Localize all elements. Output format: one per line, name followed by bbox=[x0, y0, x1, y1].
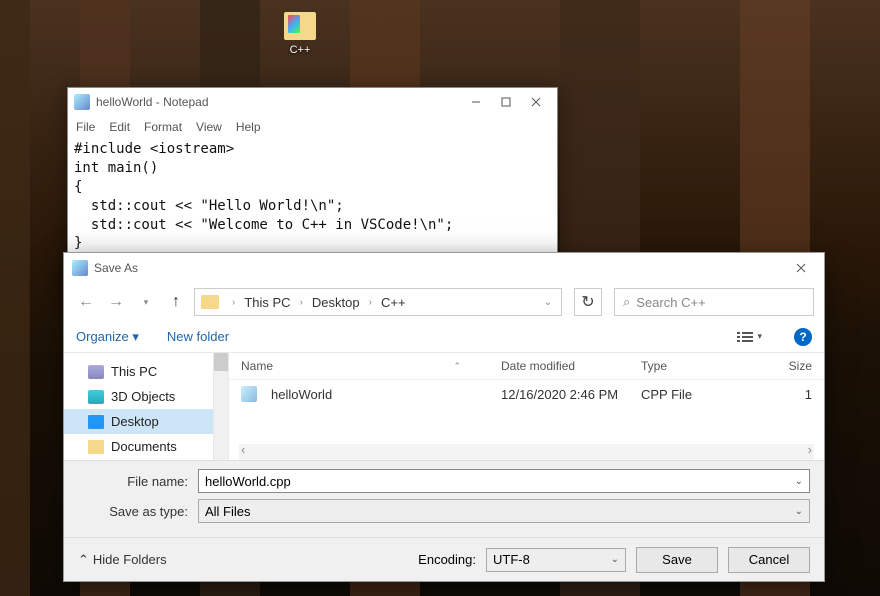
file-list: Name ⌃ Date modified Type Size helloWorl… bbox=[229, 353, 824, 460]
sort-arrow-icon: ⌃ bbox=[453, 361, 461, 372]
new-folder-button[interactable]: New folder bbox=[167, 329, 229, 344]
close-button[interactable] bbox=[521, 91, 551, 113]
sidebar-item-documents[interactable]: Documents bbox=[64, 434, 213, 459]
horizontal-scrollbar[interactable] bbox=[239, 444, 814, 460]
pc-icon bbox=[88, 365, 104, 379]
address-bar[interactable]: › This PC › Desktop › C++ ⌄ bbox=[194, 288, 562, 316]
notepad-icon bbox=[74, 94, 90, 110]
menu-file[interactable]: File bbox=[76, 120, 95, 134]
savetype-label: Save as type: bbox=[78, 504, 198, 519]
chevron-down-icon[interactable]: ⌄ bbox=[544, 297, 552, 308]
savetype-select[interactable]: All Files⌄ bbox=[198, 499, 810, 523]
view-options[interactable]: ▾ bbox=[733, 329, 766, 345]
desktop-icon bbox=[88, 415, 104, 429]
chevron-down-icon[interactable]: ⌄ bbox=[611, 554, 619, 565]
menu-help[interactable]: Help bbox=[236, 120, 261, 134]
back-button[interactable]: ← bbox=[74, 290, 98, 314]
recent-dropdown[interactable]: ▾ bbox=[134, 290, 158, 314]
help-button[interactable]: ? bbox=[794, 328, 812, 346]
notepad-titlebar[interactable]: helloWorld - Notepad bbox=[68, 88, 557, 116]
forward-button[interactable]: → bbox=[104, 290, 128, 314]
file-icon bbox=[241, 386, 257, 402]
notepad-editor[interactable]: #include <iostream> int main() { std::co… bbox=[68, 138, 557, 255]
sidebar-item-3dobjects[interactable]: 3D Objects bbox=[64, 384, 213, 409]
encoding-label: Encoding: bbox=[418, 552, 476, 567]
minimize-button[interactable] bbox=[461, 91, 491, 113]
search-placeholder: Search C++ bbox=[636, 295, 705, 310]
col-type[interactable]: Type bbox=[641, 359, 741, 373]
menu-edit[interactable]: Edit bbox=[109, 120, 130, 134]
sidebar-scrollbar[interactable] bbox=[214, 353, 229, 460]
save-as-dialog: Save As ← → ▾ ↑ › This PC › Desktop › C+… bbox=[63, 252, 825, 582]
filename-input[interactable]: helloWorld.cpp⌄ bbox=[198, 469, 810, 493]
col-size[interactable]: Size bbox=[741, 359, 812, 373]
desktop-shortcut-label: C++ bbox=[275, 44, 325, 56]
save-button[interactable]: Save bbox=[636, 547, 718, 573]
column-headers[interactable]: Name ⌃ Date modified Type Size bbox=[229, 353, 824, 380]
sidebar-item-label: Documents bbox=[111, 439, 177, 454]
file-name: helloWorld bbox=[271, 387, 332, 402]
sidebar: This PC 3D Objects Desktop Documents bbox=[64, 353, 214, 460]
toolbar: Organize ▾ New folder ▾ ? bbox=[64, 321, 824, 353]
close-button[interactable] bbox=[786, 257, 816, 279]
folder-icon bbox=[201, 295, 219, 309]
dialog-footer: ⌃ Hide Folders Encoding: UTF-8⌄ Save Can… bbox=[64, 537, 824, 581]
sidebar-item-desktop[interactable]: Desktop bbox=[64, 409, 213, 434]
filename-label: File name: bbox=[78, 474, 198, 489]
file-type: CPP File bbox=[641, 387, 741, 402]
search-icon: ⌕ bbox=[623, 294, 630, 310]
sidebar-item-label: 3D Objects bbox=[111, 389, 175, 404]
search-input[interactable]: ⌕ Search C++ bbox=[614, 288, 814, 316]
file-date: 12/16/2020 2:46 PM bbox=[501, 387, 641, 402]
form-area: File name: helloWorld.cpp⌄ Save as type:… bbox=[64, 460, 824, 537]
cancel-button[interactable]: Cancel bbox=[728, 547, 810, 573]
maximize-button[interactable] bbox=[491, 91, 521, 113]
breadcrumb-desktop[interactable]: Desktop bbox=[312, 295, 360, 310]
encoding-select[interactable]: UTF-8⌄ bbox=[486, 548, 626, 572]
documents-icon bbox=[88, 440, 104, 454]
saveas-titlebar[interactable]: Save As bbox=[64, 253, 824, 283]
notepad-title: helloWorld - Notepad bbox=[96, 95, 461, 109]
notepad-menubar: File Edit Format View Help bbox=[68, 116, 557, 138]
col-date[interactable]: Date modified bbox=[501, 359, 641, 373]
file-size: 1 bbox=[741, 387, 812, 402]
breadcrumb-root[interactable]: This PC bbox=[244, 295, 290, 310]
chevron-down-icon[interactable]: ⌄ bbox=[795, 476, 803, 487]
folder-icon bbox=[284, 12, 316, 40]
menu-view[interactable]: View bbox=[196, 120, 222, 134]
chevron-up-icon: ⌃ bbox=[78, 552, 89, 568]
sidebar-item-thispc[interactable]: This PC bbox=[64, 359, 213, 384]
file-row[interactable]: helloWorld 12/16/2020 2:46 PM CPP File 1 bbox=[229, 380, 824, 408]
menu-format[interactable]: Format bbox=[144, 120, 182, 134]
sidebar-item-label: This PC bbox=[111, 364, 157, 379]
refresh-button[interactable]: ↻ bbox=[574, 288, 602, 316]
breadcrumb-cpp[interactable]: C++ bbox=[381, 295, 406, 310]
saveas-title: Save As bbox=[94, 261, 138, 275]
desktop-shortcut-cpp[interactable]: C++ bbox=[275, 12, 325, 56]
up-button[interactable]: ↑ bbox=[164, 290, 188, 314]
chevron-down-icon[interactable]: ⌄ bbox=[795, 506, 803, 517]
hide-folders-toggle[interactable]: ⌃ Hide Folders bbox=[78, 552, 167, 568]
notepad-icon bbox=[72, 260, 88, 276]
col-name[interactable]: Name ⌃ bbox=[241, 359, 501, 373]
organize-menu[interactable]: Organize ▾ bbox=[76, 329, 139, 345]
nav-row: ← → ▾ ↑ › This PC › Desktop › C++ ⌄ ↻ ⌕ … bbox=[64, 283, 824, 321]
cube-icon bbox=[88, 390, 104, 404]
sidebar-item-label: Desktop bbox=[111, 414, 159, 429]
